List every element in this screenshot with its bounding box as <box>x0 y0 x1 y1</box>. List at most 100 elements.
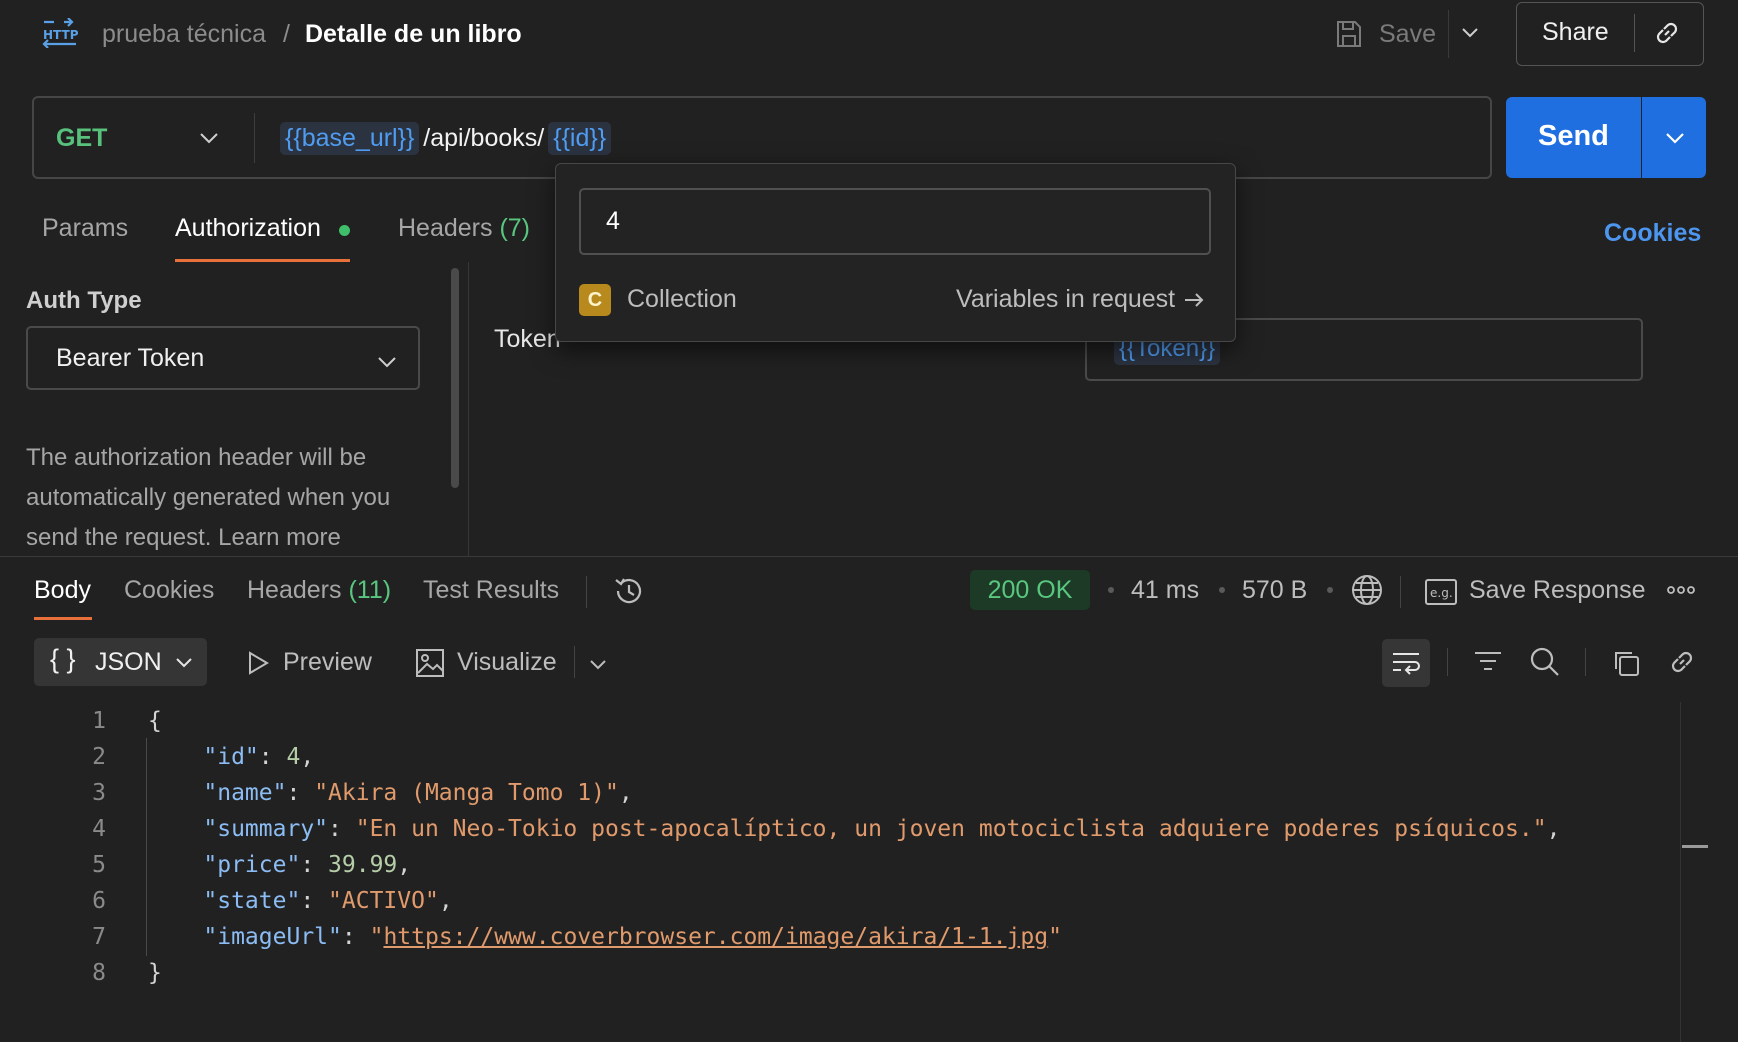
variable-value: 4 <box>606 207 620 235</box>
indent-guide <box>146 738 147 956</box>
code-line: "summary": "En un Neo-Tokio post-apocalí… <box>203 816 1561 842</box>
share-label: Share <box>1542 18 1609 46</box>
json-value: "ACTIVO" <box>328 888 439 914</box>
tab-params[interactable]: Params <box>42 214 128 243</box>
visualize-button[interactable]: Visualize <box>457 648 557 677</box>
line-number: 3 <box>92 780 106 806</box>
json-value: "En un Neo-Tokio post-apocalíptico, un j… <box>355 816 1547 842</box>
token-label: Token <box>494 325 561 353</box>
line-number: 8 <box>92 960 106 986</box>
url-input[interactable]: {{base_url}} /api/books/ {{id}} <box>280 120 612 156</box>
collection-badge-icon: C <box>579 284 611 316</box>
url-variable-base[interactable]: {{base_url}} <box>280 121 420 155</box>
tab-response-headers[interactable]: Headers (11) <box>247 576 391 605</box>
tabs-divider <box>586 576 587 608</box>
share-divider <box>1634 14 1635 52</box>
meta-separator <box>1327 587 1333 593</box>
response-separator <box>0 556 1738 557</box>
variable-value-input[interactable] <box>579 188 1211 255</box>
line-number: 6 <box>92 888 106 914</box>
tab-body[interactable]: Body <box>34 576 91 605</box>
tab-headers-label: Headers <box>398 214 493 242</box>
json-value: 39.99 <box>328 852 398 878</box>
format-label: JSON <box>95 648 162 676</box>
chevron-down-icon <box>174 654 194 672</box>
code-line: "name": "Akira (Manga Tomo 1)", <box>203 780 633 806</box>
meta-divider <box>1400 576 1401 608</box>
line-number: 7 <box>92 924 106 950</box>
history-icon[interactable] <box>612 574 646 608</box>
chevron-down-icon[interactable] <box>1460 22 1480 42</box>
minimap-scroll-marker[interactable] <box>1682 845 1708 848</box>
variables-link-label: Variables in request <box>956 285 1176 313</box>
line-number: 5 <box>92 852 106 878</box>
toolbar-divider <box>1447 648 1448 676</box>
tab-headers[interactable]: Headers (7) <box>398 214 530 243</box>
status-badge[interactable]: 200 OK <box>970 570 1090 610</box>
play-icon <box>245 650 271 676</box>
json-key: "price" <box>203 852 301 878</box>
line-number: 1 <box>92 708 106 734</box>
url-path: /api/books/ <box>423 123 545 152</box>
save-response-button[interactable]: Save Response <box>1469 576 1646 605</box>
scrollbar[interactable] <box>451 268 459 488</box>
search-icon[interactable] <box>1529 646 1561 678</box>
variables-in-request-link[interactable]: Variables in request <box>956 285 1205 314</box>
breadcrumb-separator: / <box>283 20 290 48</box>
cookies-link[interactable]: Cookies <box>1604 219 1701 248</box>
header-divider <box>1448 10 1449 58</box>
tab-response-headers-label: Headers <box>247 576 342 604</box>
request-title[interactable]: Detalle de un libro <box>305 18 522 50</box>
filter-icon[interactable] <box>1473 648 1503 676</box>
braces-icon: { } <box>50 644 76 674</box>
url-variable-id[interactable]: {{id}} <box>548 121 612 155</box>
tab-cookies[interactable]: Cookies <box>124 576 214 605</box>
method-select[interactable]: GET <box>56 124 107 153</box>
code-line: } <box>148 960 162 986</box>
response-body-editor[interactable]: 1 2 3 4 5 6 7 8 { "id": 4, "name": "Akir… <box>0 700 1680 1042</box>
json-url-link[interactable]: https://www.coverbrowser.com/image/akira… <box>383 924 1048 950</box>
code-line: "price": 39.99, <box>203 852 412 878</box>
active-tab-underline <box>175 259 350 262</box>
chevron-down-icon[interactable] <box>588 656 608 674</box>
auth-type-label: Auth Type <box>26 287 142 314</box>
json-key: "state" <box>203 888 301 914</box>
preview-button[interactable]: Preview <box>283 648 372 677</box>
svg-text:HTTP: HTTP <box>43 28 78 42</box>
auth-type-value: Bearer Token <box>56 344 205 372</box>
globe-icon[interactable] <box>1350 573 1384 607</box>
code-line: "id": 4, <box>203 744 315 770</box>
http-icon: HTTP <box>42 18 78 48</box>
json-brace-close: } <box>148 960 162 986</box>
arrow-right-icon <box>1175 290 1205 310</box>
code-line: "state": "ACTIVO", <box>203 888 453 914</box>
breadcrumb-collection[interactable]: prueba técnica <box>102 18 266 50</box>
json-brace-open: { <box>148 708 162 734</box>
save-label: Save <box>1379 19 1436 48</box>
panel-divider <box>468 262 469 556</box>
response-time[interactable]: 41 ms <box>1131 576 1199 605</box>
active-tab-underline <box>34 617 92 620</box>
save-icon <box>1335 19 1379 49</box>
code-line: "imageUrl": "https://www.coverbrowser.co… <box>203 924 1062 950</box>
meta-separator <box>1108 587 1114 593</box>
json-value: 4 <box>286 744 301 770</box>
meta-separator <box>1219 587 1225 593</box>
url-divider <box>254 113 255 163</box>
toolbar-divider <box>574 646 575 678</box>
send-label: Send <box>1538 120 1609 152</box>
tab-response-headers-count: (11) <box>348 576 392 604</box>
more-icon[interactable] <box>1666 582 1696 598</box>
chevron-down-icon[interactable] <box>198 128 220 148</box>
link-icon[interactable] <box>1652 18 1682 48</box>
tab-authorization[interactable]: Authorization <box>175 214 321 243</box>
json-key: "name" <box>203 780 287 806</box>
response-size[interactable]: 570 B <box>1242 576 1307 605</box>
json-key: "id" <box>203 744 259 770</box>
copy-icon[interactable] <box>1611 648 1641 678</box>
link-icon[interactable] <box>1667 647 1697 677</box>
save-button[interactable]: Save <box>1335 16 1436 52</box>
json-key: "imageUrl" <box>203 924 342 950</box>
json-value: "Akira (Manga Tomo 1)" <box>314 780 619 806</box>
tab-test-results[interactable]: Test Results <box>423 576 559 605</box>
